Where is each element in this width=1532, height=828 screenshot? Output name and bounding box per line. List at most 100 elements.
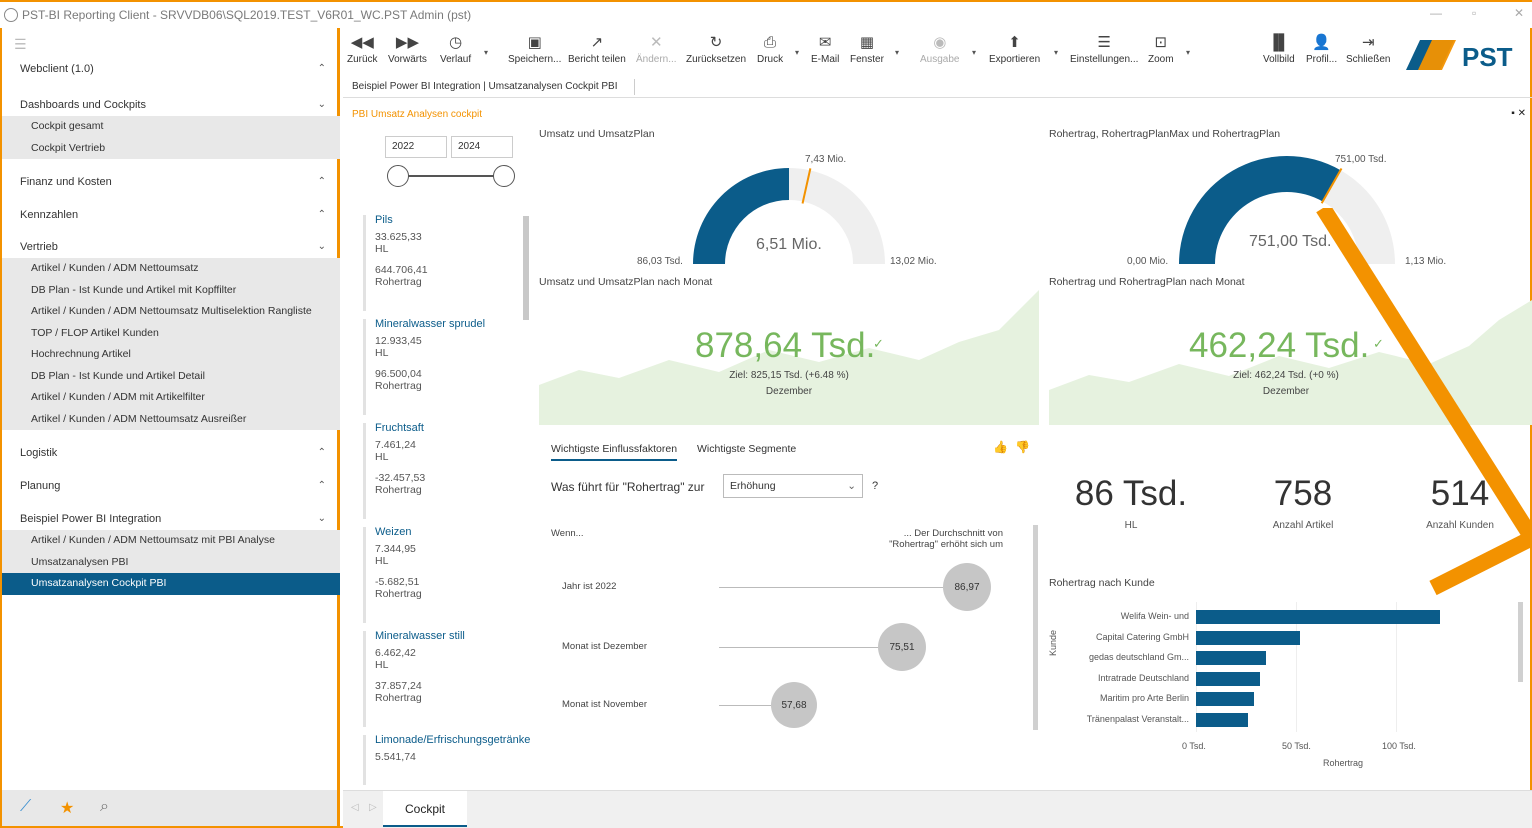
profile-button[interactable]: 👤 Profil... [1306,32,1337,65]
sidebar-section: Finanz und Kosten ⌃ [2,171,340,193]
close-button[interactable]: ⇥ Schließen [1346,32,1390,65]
zoom-button[interactable]: ⊡ Zoom [1148,32,1174,65]
thumbs-up-icon[interactable]: 👍 [993,440,1008,454]
gauge1-target-label: 7,43 Mio. [805,154,847,165]
sidebar-section-header[interactable]: Webclient (1.0) ⌃ [2,58,340,80]
sidebar-section-header[interactable]: Planung ⌃ [2,475,340,497]
restore-button[interactable]: ▫ [1472,6,1476,20]
product-u1: HL [375,243,389,255]
history-icon: ◷ [449,34,463,51]
influencer-label[interactable]: Monat ist Dezember [562,641,647,652]
output-dropdown-icon[interactable]: ▾ [972,48,976,57]
window-button[interactable]: ▦ Fenster [850,32,884,65]
sidebar-section-header[interactable]: Logistik ⌃ [2,442,340,464]
bar-category-label: Tränenpalast Veranstalt... [1086,713,1189,724]
sidebar-section-header[interactable]: Beispiel Power BI Integration ⌄ [2,508,340,530]
save-button[interactable]: ▣ Speichern... [508,32,561,65]
history-dropdown-icon[interactable]: ▾ [484,48,488,57]
product-list-scrollbar[interactable] [523,216,529,320]
tab-top-segments[interactable]: Wichtigste Segmente [697,443,796,455]
sidebar-item[interactable]: Umsatzanalysen PBI [2,551,340,573]
export-dropdown-icon[interactable]: ▾ [1054,48,1058,57]
breadcrumb: Beispiel Power BI Integration | Umsatzan… [343,76,1532,98]
sidebar-item[interactable]: Artikel / Kunden / ADM Nettoumsatz Ausre… [2,408,340,430]
gauge1-title: Umsatz und UmsatzPlan [539,128,655,140]
help-question-mark[interactable]: ? [872,480,878,492]
tab-key-influencers[interactable]: Wichtigste Einflussfaktoren [551,443,678,461]
close-window-button[interactable]: ✕ [1514,6,1524,20]
sidebar-item[interactable]: DB Plan - Ist Kunde und Artikel Detail [2,365,340,387]
bar[interactable] [1196,692,1254,706]
hamburger-menu-icon[interactable]: ☰ [14,36,27,53]
sidebar-section-header[interactable]: Kennzahlen ⌃ [2,204,340,226]
reset-button[interactable]: ↻ Zurücksetzen [686,32,746,65]
print-dropdown-icon[interactable]: ▾ [795,48,799,57]
search-icon[interactable]: ⌕ [100,798,109,816]
sidebar-section-header[interactable]: Vertrieb ⌄ [2,236,340,258]
year-slider-handle-left[interactable] [387,165,409,187]
gauge2-min-label: 0,00 Mio. [1127,256,1169,267]
product-card[interactable]: Weizen 7.344,95 HL -5.682,51 Rohertrag [363,527,523,623]
bar-chart-tick-label: 50 Tsd. [1282,741,1311,751]
bar[interactable] [1196,610,1440,624]
product-list: Pils 33.625,33 HL 644.706,41 Rohertrag Minera… [363,215,531,785]
influencer-bubble[interactable]: 86,97 [943,563,991,611]
print-button[interactable]: ⎙ Druck [757,32,783,65]
tab-next-icon[interactable]: ▷ [369,802,377,813]
influencer-direction-select[interactable]: Erhöhung ⌄ [723,474,863,498]
sidebar-item[interactable]: TOP / FLOP Artikel Kunden [2,322,340,344]
sidebar-item[interactable]: Cockpit gesamt [2,116,340,138]
influencer-bubble[interactable]: 57,68 [771,682,817,728]
window-dropdown-icon[interactable]: ▾ [895,48,899,57]
bar[interactable] [1196,712,1248,727]
product-card[interactable]: Mineralwasser sprudel 12.933,45 HL 96.500,0… [363,319,523,415]
sidebar-section-header[interactable]: Dashboards und Cockpits ⌄ [2,94,340,116]
year-slider-track[interactable] [399,175,505,177]
tab-prev-icon[interactable]: ◁ [351,802,359,813]
column-avg-header: ... Der Durchschnitt von "Rohertrag" erh… [889,528,1003,550]
fullscreen-button[interactable]: ▐▌ Vollbild [1263,32,1295,65]
sidebar-section-header[interactable]: Finanz und Kosten ⌃ [2,171,340,193]
product-card[interactable]: Fruchtsaft 7.461,24 HL -32.457,53 Rohertrag [363,423,523,519]
forward-button[interactable]: ▶▶ Vorwärts [388,32,427,65]
minimize-button[interactable]: — [1430,6,1442,20]
influencer-bubble[interactable]: 75,51 [878,623,926,671]
favorites-star-icon[interactable]: ★ [60,798,74,818]
thumbs-down-icon[interactable]: 👎 [1015,440,1030,454]
tab-cockpit[interactable]: Cockpit [383,791,467,827]
year-slider-handle-right[interactable] [493,165,515,187]
product-card[interactable]: Pils 33.625,33 HL 644.706,41 Rohertrag [363,215,523,311]
export-button[interactable]: ⬆ Exportieren [989,32,1040,65]
influencer-label[interactable]: Jahr ist 2022 [562,581,616,592]
zoom-dropdown-icon[interactable]: ▾ [1186,48,1190,57]
year-from-input[interactable]: 2022 [385,136,447,158]
settings-button[interactable]: ☰ Einstellungen... [1070,32,1138,65]
chart-icon[interactable]: ⟋ [20,798,31,816]
change-button[interactable]: ✕ Ändern... [636,32,677,65]
year-to-input[interactable]: 2024 [451,136,513,158]
product-v2: 96.500,04 [375,368,422,380]
history-button[interactable]: ◷ Verlauf [440,32,471,65]
bar[interactable] [1196,630,1300,645]
sidebar-item[interactable]: Artikel / Kunden / ADM Nettoumsatz [2,258,340,280]
sidebar-section: Planung ⌃ [2,475,340,497]
output-button[interactable]: ◉ Ausgabe [920,32,959,65]
influencer-label[interactable]: Monat ist November [562,699,647,710]
pin-close-controls[interactable]: ▪ ✕ [1511,108,1526,119]
sidebar-item[interactable]: Artikel / Kunden / ADM Nettoumsatz Multi… [2,301,340,323]
back-button[interactable]: ◀◀ Zurück [347,32,378,65]
product-card[interactable]: Mineralwasser still 6.462,42 HL 37.857,24 Ro… [363,631,523,727]
sidebar-item[interactable]: Artikel / Kunden / ADM mit Artikelfilter [2,387,340,409]
sidebar-item[interactable]: Umsatzanalysen Cockpit PBI [2,573,340,595]
share-report-button[interactable]: ↗ Bericht teilen [568,32,626,65]
influencer-scrollbar[interactable] [1033,525,1038,730]
sidebar-item[interactable]: Cockpit Vertrieb [2,137,340,159]
sidebar-item[interactable]: DB Plan - Ist Kunde und Artikel mit Kopf… [2,279,340,301]
product-card[interactable]: Limonade/Erfrischungsgetränke 5.541,74 [363,735,530,785]
email-button[interactable]: ✉ E-Mail [811,32,839,65]
bar-chart-scrollbar[interactable] [1518,602,1523,682]
sidebar-item[interactable]: Hochrechnung Artikel [2,344,340,366]
bar[interactable] [1196,671,1260,686]
sidebar-item[interactable]: Artikel / Kunden / ADM Nettoumsatz mit P… [2,530,340,552]
bar[interactable] [1196,651,1266,665]
